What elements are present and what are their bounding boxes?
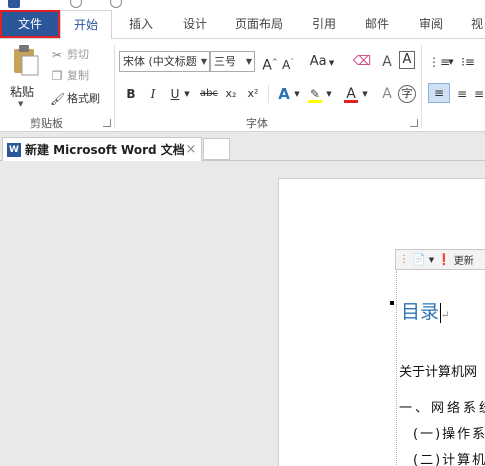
strikethrough-button[interactable]: abc <box>198 83 220 105</box>
highlighter-icon: ✎ <box>309 87 321 101</box>
paste-button[interactable]: 粘贴 ▼ <box>10 43 44 108</box>
document-tab-title: 新建 Microsoft Word 文档 <box>25 143 184 157</box>
document-tab[interactable]: W 新建 Microsoft Word 文档 × <box>2 137 202 161</box>
undo-icon[interactable] <box>70 0 82 8</box>
phonetic-guide-button[interactable]: A <box>378 51 396 73</box>
group-divider <box>421 45 422 129</box>
grow-font-button[interactable]: A^ <box>262 51 278 74</box>
word-logo-icon <box>8 0 20 8</box>
italic-button[interactable]: I <box>146 83 160 105</box>
chevron-down-icon[interactable]: ▼ <box>18 100 44 108</box>
subscript-button[interactable]: x₂ <box>222 83 240 105</box>
toc-line[interactable]: (一)操作系 <box>413 423 485 442</box>
toc-line[interactable]: 一、网络系统 <box>399 397 485 416</box>
tab-design[interactable]: 设计 <box>170 10 220 38</box>
tab-insert[interactable]: 插入 <box>116 10 166 38</box>
ribbon-tabs: 文件 开始 插入 设计 页面布局 引用 邮件 审阅 视 <box>0 10 485 39</box>
divider <box>268 85 269 103</box>
change-case-button[interactable]: Aa ▼ <box>308 51 336 73</box>
document-area: ⋮ 📄 ▼ ❗ 更新 目录↵ 关于计算机网 一、网络系统 (一)操作系 (二)计… <box>0 162 485 466</box>
tab-review[interactable]: 审阅 <box>406 10 456 38</box>
group-divider <box>114 45 115 129</box>
toc-mini-toolbar: ⋮ 📄 ▼ ❗ 更新 <box>395 249 485 270</box>
chevron-down-icon[interactable]: ▼ <box>446 51 456 73</box>
format-painter-button[interactable]: 🖌 格式刷 <box>50 89 100 109</box>
underline-button[interactable]: U <box>168 83 182 105</box>
copy-button[interactable]: ❐ 复制 <box>50 66 89 86</box>
paste-label: 粘贴 <box>10 85 35 99</box>
scissors-icon: ✂ <box>51 48 63 62</box>
character-border-button[interactable]: A <box>399 51 415 69</box>
bold-button[interactable]: B <box>124 83 138 105</box>
ribbon-home: 粘贴 ▼ ✂ 剪切 ❐ 复制 🖌 格式刷 剪贴板 宋体 (中文标题 ▼ 三号 ▼… <box>0 38 485 132</box>
text-effects-button[interactable]: A <box>274 83 294 105</box>
word-doc-icon: W <box>7 142 21 157</box>
chevron-down-icon[interactable]: ▼ <box>324 83 334 105</box>
font-size-combo[interactable]: 三号 ▼ <box>210 51 255 72</box>
chevron-down-icon[interactable]: ▼ <box>360 83 370 105</box>
paintbrush-icon: 🖌 <box>50 92 66 106</box>
tab-references[interactable]: 引用 <box>300 10 348 38</box>
chevron-down-icon[interactable]: ▼ <box>182 83 192 105</box>
toc-line[interactable]: (二)计算机 <box>413 449 485 466</box>
update-table-icon: ❗ <box>437 253 451 266</box>
close-icon[interactable]: × <box>184 142 198 157</box>
tab-mailings[interactable]: 邮件 <box>352 10 402 38</box>
clipboard-launcher-icon[interactable] <box>103 119 111 127</box>
new-tab-button[interactable] <box>203 138 230 160</box>
align-right-icon[interactable]: ≡ <box>472 83 485 105</box>
chevron-down-icon: ▼ <box>200 57 207 66</box>
tab-page-layout[interactable]: 页面布局 <box>226 10 292 38</box>
chevron-down-icon: ▼ <box>245 57 252 66</box>
update-table-label[interactable]: 更新 <box>454 252 474 267</box>
paste-icon <box>14 45 39 76</box>
clear-formatting-icon[interactable]: ⌫ <box>352 51 372 73</box>
cut-button[interactable]: ✂ 剪切 <box>50 45 89 65</box>
tab-file[interactable]: 文件 <box>0 10 60 38</box>
char-shading-button[interactable]: A <box>378 83 396 105</box>
chevron-down-icon[interactable]: ▼ <box>429 256 434 264</box>
highlight-button[interactable]: ✎ <box>306 83 324 105</box>
align-center-icon[interactable]: ≡ <box>454 83 470 105</box>
font-name-combo[interactable]: 宋体 (中文标题 ▼ <box>119 51 210 72</box>
shrink-font-button[interactable]: Aˇ <box>280 51 296 73</box>
document-tab-strip: W 新建 Microsoft Word 文档 × <box>0 133 485 161</box>
document-page[interactable]: ⋮ 📄 ▼ ❗ 更新 目录↵ 关于计算机网 一、网络系统 (一)操作系 (二)计… <box>278 178 485 466</box>
tab-view[interactable]: 视 <box>462 10 485 38</box>
align-left-button[interactable]: ≡ <box>428 83 450 103</box>
toc-line[interactable]: 关于计算机网 <box>399 361 477 380</box>
numbering-icon[interactable]: ⁝≡ <box>458 51 478 73</box>
anchor-marker <box>390 301 394 305</box>
chevron-down-icon[interactable]: ▼ <box>292 83 302 105</box>
toc-heading[interactable]: 目录 ↵ <box>401 297 449 324</box>
drag-handle-icon[interactable]: ⋮ <box>399 254 409 265</box>
quick-access-toolbar <box>0 0 485 10</box>
highlight-color-bar <box>308 100 322 103</box>
clipboard-group-label: 剪贴板 <box>30 117 63 130</box>
document-icon[interactable]: 📄 <box>412 253 426 266</box>
enclose-character-button[interactable]: 字 <box>398 85 416 103</box>
font-color-button[interactable]: A <box>342 83 360 105</box>
bullets-icon[interactable]: ⋮≡ <box>428 51 450 73</box>
copy-icon: ❐ <box>51 69 63 83</box>
superscript-button[interactable]: x² <box>244 83 262 105</box>
font-color-bar <box>344 100 358 103</box>
font-group-label: 字体 <box>246 117 268 130</box>
font-launcher-icon[interactable] <box>410 119 418 127</box>
redo-icon[interactable] <box>110 0 122 8</box>
tab-home[interactable]: 开始 <box>60 10 112 39</box>
